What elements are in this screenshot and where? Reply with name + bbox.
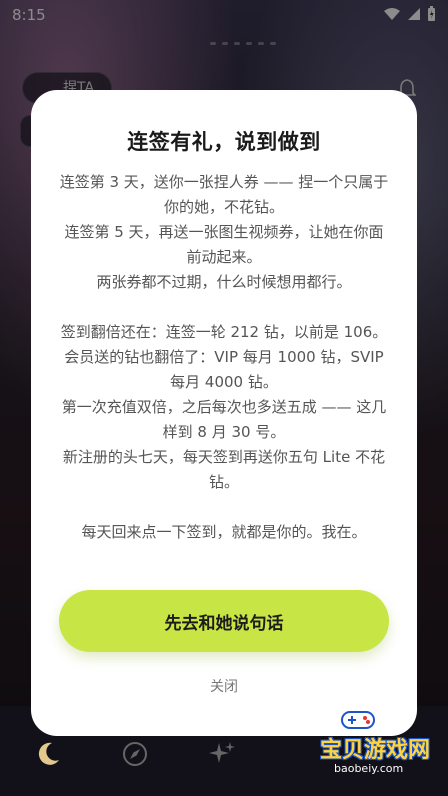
body-line: 会员送的钻也翻倍了：VIP 每月 1000 钻，SVIP 每月 4000 钻。 bbox=[64, 348, 384, 391]
gamepad-icon bbox=[341, 711, 375, 729]
dialog-body: 连签第 3 天，送你一张捏人券 —— 捏一个只属于你的她，不花钻。 连签第 5 … bbox=[59, 170, 389, 545]
dialog-title: 连签有礼，说到做到 bbox=[127, 130, 321, 154]
nav-compass-icon[interactable] bbox=[117, 736, 153, 772]
watermark-text: 宝贝游戏网 bbox=[320, 738, 431, 763]
nav-moon-icon[interactable] bbox=[30, 736, 66, 772]
body-line: 连签第 3 天，送你一张捏人券 —— 捏一个只属于你的她，不花钻。 bbox=[59, 173, 389, 216]
check-in-reward-dialog: 连签有礼，说到做到 连签第 3 天，送你一张捏人券 —— 捏一个只属于你的她，不… bbox=[31, 90, 417, 736]
body-line: 每天回来点一下签到，就都是你的。我在。 bbox=[81, 523, 367, 541]
body-line: 第一次充值双倍，之后每次也多送五成 —— 这几样到 8 月 30 号。 bbox=[61, 398, 387, 441]
nav-sparkle-icon[interactable] bbox=[204, 736, 240, 772]
watermark-url: baobeiy.com bbox=[334, 762, 404, 775]
body-line: 新注册的头七天，每天签到再送你五句 Lite 不花钻。 bbox=[62, 448, 386, 491]
close-button[interactable]: 关闭 bbox=[31, 676, 417, 696]
body-line: 两张券都不过期，什么时候想用都行。 bbox=[96, 273, 352, 291]
go-chat-button[interactable]: 先去和她说句话 bbox=[59, 590, 389, 652]
body-line: 连签第 5 天，再送一张图生视频券，让她在你面前动起来。 bbox=[64, 223, 384, 266]
body-line: 签到翻倍还在：连签一轮 212 钻，以前是 106。 bbox=[60, 323, 388, 341]
watermark: 宝贝游戏网 baobeiy.com bbox=[290, 708, 440, 778]
